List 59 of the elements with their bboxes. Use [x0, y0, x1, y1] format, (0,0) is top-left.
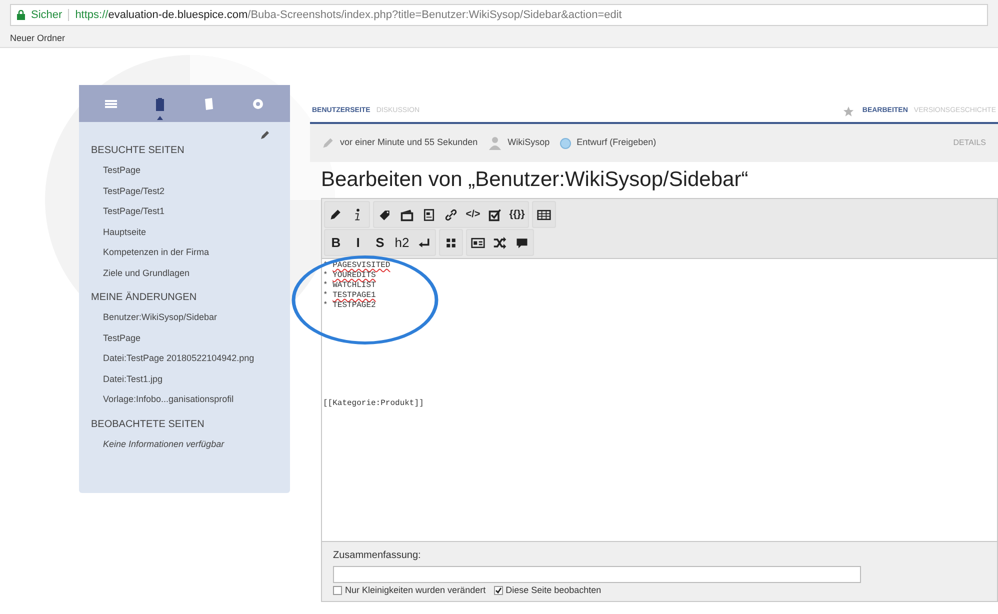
user-icon	[488, 136, 502, 150]
empty-note: Keine Informationen verfügbar	[102, 438, 224, 451]
section-heading: BEOBACHTETE SEITEN	[91, 418, 204, 432]
settings-icon	[250, 96, 265, 110]
text-line: * YOUREDITS	[323, 271, 376, 281]
sidebar-link[interactable]: Kompetenzen in der Firma	[91, 242, 210, 262]
user-name[interactable]: WikiSysop	[508, 136, 550, 150]
document-icon	[422, 208, 436, 222]
checkbox-label[interactable]: Diese Seite beobachten	[506, 585, 602, 596]
bookmark-folder[interactable]: Neuer Ordner	[10, 32, 66, 46]
summary-input[interactable]	[333, 566, 861, 583]
toolbar-button[interactable]: I	[347, 230, 369, 255]
sidebar-link[interactable]: TestPage	[91, 160, 141, 180]
text-line: * WATCHLIST	[323, 281, 376, 291]
tag-icon	[378, 208, 392, 222]
toolbar-button[interactable]: {{}}	[506, 202, 528, 227]
sidebar-link[interactable]: Datei:Test1.jpg	[91, 368, 163, 389]
grid-icon	[444, 236, 458, 250]
newline-icon	[417, 236, 431, 250]
sidebar-link[interactable]: Vorlage:Infobo...ganisationsprofil	[91, 389, 234, 410]
page-heading: Bearbeiten von „Benutzer:WikiSysop/Sidebar“	[321, 167, 750, 193]
status-dot-icon	[560, 138, 571, 148]
table-icon	[537, 208, 551, 222]
comment-icon	[515, 236, 529, 250]
address-bar[interactable]: Sicher https://evaluation-de.bluespice.com/Buba-Screenshots/index.php?title=Benutzer:WikiSysop/Sidebar&action=edit	[10, 4, 988, 26]
checkbox-icon	[488, 208, 502, 222]
pencil-icon[interactable]	[260, 130, 270, 140]
sidebar-link[interactable]: Benutzer:WikiSysop/Sidebar	[91, 307, 218, 328]
text-line: [[Kategorie:Produkt]]	[323, 399, 424, 409]
section-heading: MEINE ÄNDERUNGEN	[91, 290, 197, 305]
pencil-icon	[329, 208, 343, 222]
toolbar-button[interactable]: </>	[462, 202, 484, 227]
checkbox-label[interactable]: Nur Kleinigkeiten wurden verändert	[345, 585, 486, 596]
sidebar-link[interactable]: Hauptseite	[91, 222, 146, 242]
toolbar-button[interactable]: h2	[391, 230, 413, 255]
star-icon[interactable]	[843, 106, 854, 116]
link-icon	[444, 208, 458, 222]
sidebar-link[interactable]: Ziele und Grundlagen	[91, 262, 190, 283]
shuffle-icon	[493, 236, 507, 250]
section-heading: BESUCHTE SEITEN	[91, 144, 184, 158]
sidebar-link[interactable]: TestPage/Test1	[91, 201, 165, 222]
sidebar-link[interactable]: TestPage	[91, 328, 141, 348]
checkbox[interactable]	[494, 586, 503, 595]
checkbox[interactable]	[333, 586, 342, 595]
text-line: * TESTPAGE1	[323, 291, 376, 301]
secure-label: Sicher	[31, 8, 62, 23]
toolbar-button[interactable]: S	[369, 230, 391, 255]
summary-label: Zusammenfassung:	[333, 549, 421, 563]
url-text: https://evaluation-de.bluespice.com/Buba-Screenshots/index.php?title=Benutzer:WikiSysop/Sidebar&action=edit	[75, 8, 622, 23]
card-icon	[471, 236, 485, 250]
status-label[interactable]: Entwurf (Freigeben)	[576, 136, 656, 150]
text-line: * TESTPAGE2	[323, 301, 376, 311]
sidebar-link[interactable]: Datei:TestPage 20180522104942.png	[91, 348, 254, 368]
pencil-icon	[322, 137, 334, 149]
sidebar-link[interactable]: TestPage/Test2	[91, 180, 165, 201]
edit-time[interactable]: vor einer Minute und 55 Sekunden	[340, 136, 478, 150]
image-icon	[400, 208, 414, 222]
toolbar-button[interactable]: B	[325, 230, 347, 255]
lock-icon	[17, 10, 25, 20]
